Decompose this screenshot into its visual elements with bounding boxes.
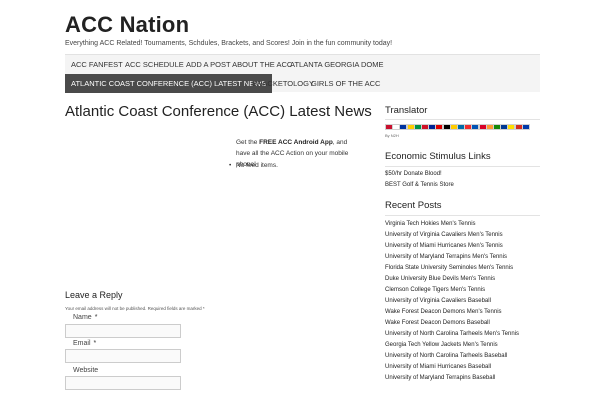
translator-title: Translator — [385, 105, 428, 116]
nav-item-add-post[interactable]: ADD A POST ABOUT THE ACC — [180, 55, 298, 74]
name-label: Name * — [73, 314, 97, 321]
feed-empty-item: No feed items. — [229, 162, 278, 169]
feed-list: No feed items. — [229, 162, 278, 169]
recent-post-link[interactable]: University of Miami Hurricanes Baseball — [385, 364, 491, 370]
recent-post-link[interactable]: University of North Carolina Tarheels Me… — [385, 331, 519, 337]
name-label-text: Name — [73, 314, 92, 321]
recent-post-link[interactable]: University of Maryland Terrapins Basebal… — [385, 375, 495, 381]
reply-title: Leave a Reply — [65, 290, 123, 300]
recent-posts-divider — [385, 215, 540, 216]
recent-posts-title: Recent Posts — [385, 200, 442, 211]
email-required-mark: * — [93, 340, 97, 347]
recent-post-link[interactable]: Georgia Tech Yellow Jackets Men's Tennis — [385, 342, 498, 348]
email-label-text: Email — [73, 340, 91, 347]
main-navigation: ACC FANFEST ACC SCHEDULE ADD A POST ABOU… — [65, 54, 540, 93]
email-field[interactable] — [65, 349, 181, 363]
translator-divider — [385, 119, 540, 120]
promo-prefix: Get the — [236, 139, 260, 146]
website-field[interactable] — [65, 376, 181, 390]
email-label: Email * — [73, 340, 96, 347]
recent-post-link[interactable]: Virginia Tech Hokies Men's Tennis — [385, 221, 476, 227]
website-label: Website — [73, 367, 98, 374]
economic-link[interactable]: BEST Golf & Tennis Store — [385, 182, 454, 188]
nav-item-girls-of-the-acc[interactable]: GIRLS OF THE ACC — [305, 74, 386, 93]
site-title[interactable]: ACC Nation — [65, 12, 189, 38]
recent-post-link[interactable]: Wake Forest Deacon Demons Men's Tennis — [385, 309, 502, 315]
economic-links-title: Economic Stimulus Links — [385, 151, 491, 162]
page-title: Atlantic Coast Conference (ACC) Latest N… — [65, 103, 372, 120]
recent-post-link[interactable]: Florida State University Seminoles Men's… — [385, 265, 513, 271]
android-app-link[interactable]: FREE ACC Android App — [259, 139, 333, 146]
nav-item-atlanta-georgia-dome[interactable]: ATLANTA GEORGIA DOME — [284, 55, 390, 74]
name-required-mark: * — [94, 314, 98, 321]
language-flag-icon[interactable] — [521, 124, 530, 130]
recent-post-link[interactable]: Duke University Blue Devils Men's Tennis — [385, 276, 495, 282]
translator-flags — [385, 124, 530, 131]
recent-post-link[interactable]: University of Miami Hurricanes Men's Ten… — [385, 243, 503, 249]
name-field[interactable] — [65, 324, 181, 338]
reply-note: Your email address will not be published… — [65, 306, 205, 311]
recent-post-link[interactable]: University of Maryland Terrapins Men's T… — [385, 254, 507, 260]
website-label-text: Website — [73, 367, 99, 374]
nav-item-acc-latest-news[interactable]: ATLANTIC COAST CONFERENCE (ACC) LATEST N… — [65, 74, 273, 93]
recent-post-link[interactable]: University of North Carolina Tarheels Ba… — [385, 353, 507, 359]
recent-post-link[interactable]: Wake Forest Deacon Demons Baseball — [385, 320, 490, 326]
translator-powered-by: By N2H — [385, 133, 399, 138]
recent-post-link[interactable]: Clemson College Tigers Men's Tennis — [385, 287, 485, 293]
recent-post-link[interactable]: University of Virginia Cavaliers Basebal… — [385, 298, 491, 304]
site-description: Everything ACC Related! Tournaments, Sch… — [65, 40, 393, 47]
economic-links-divider — [385, 166, 540, 167]
economic-link[interactable]: $50/hr Donate Blood! — [385, 171, 442, 177]
recent-post-link[interactable]: University of Virginia Cavaliers Men's T… — [385, 232, 503, 238]
